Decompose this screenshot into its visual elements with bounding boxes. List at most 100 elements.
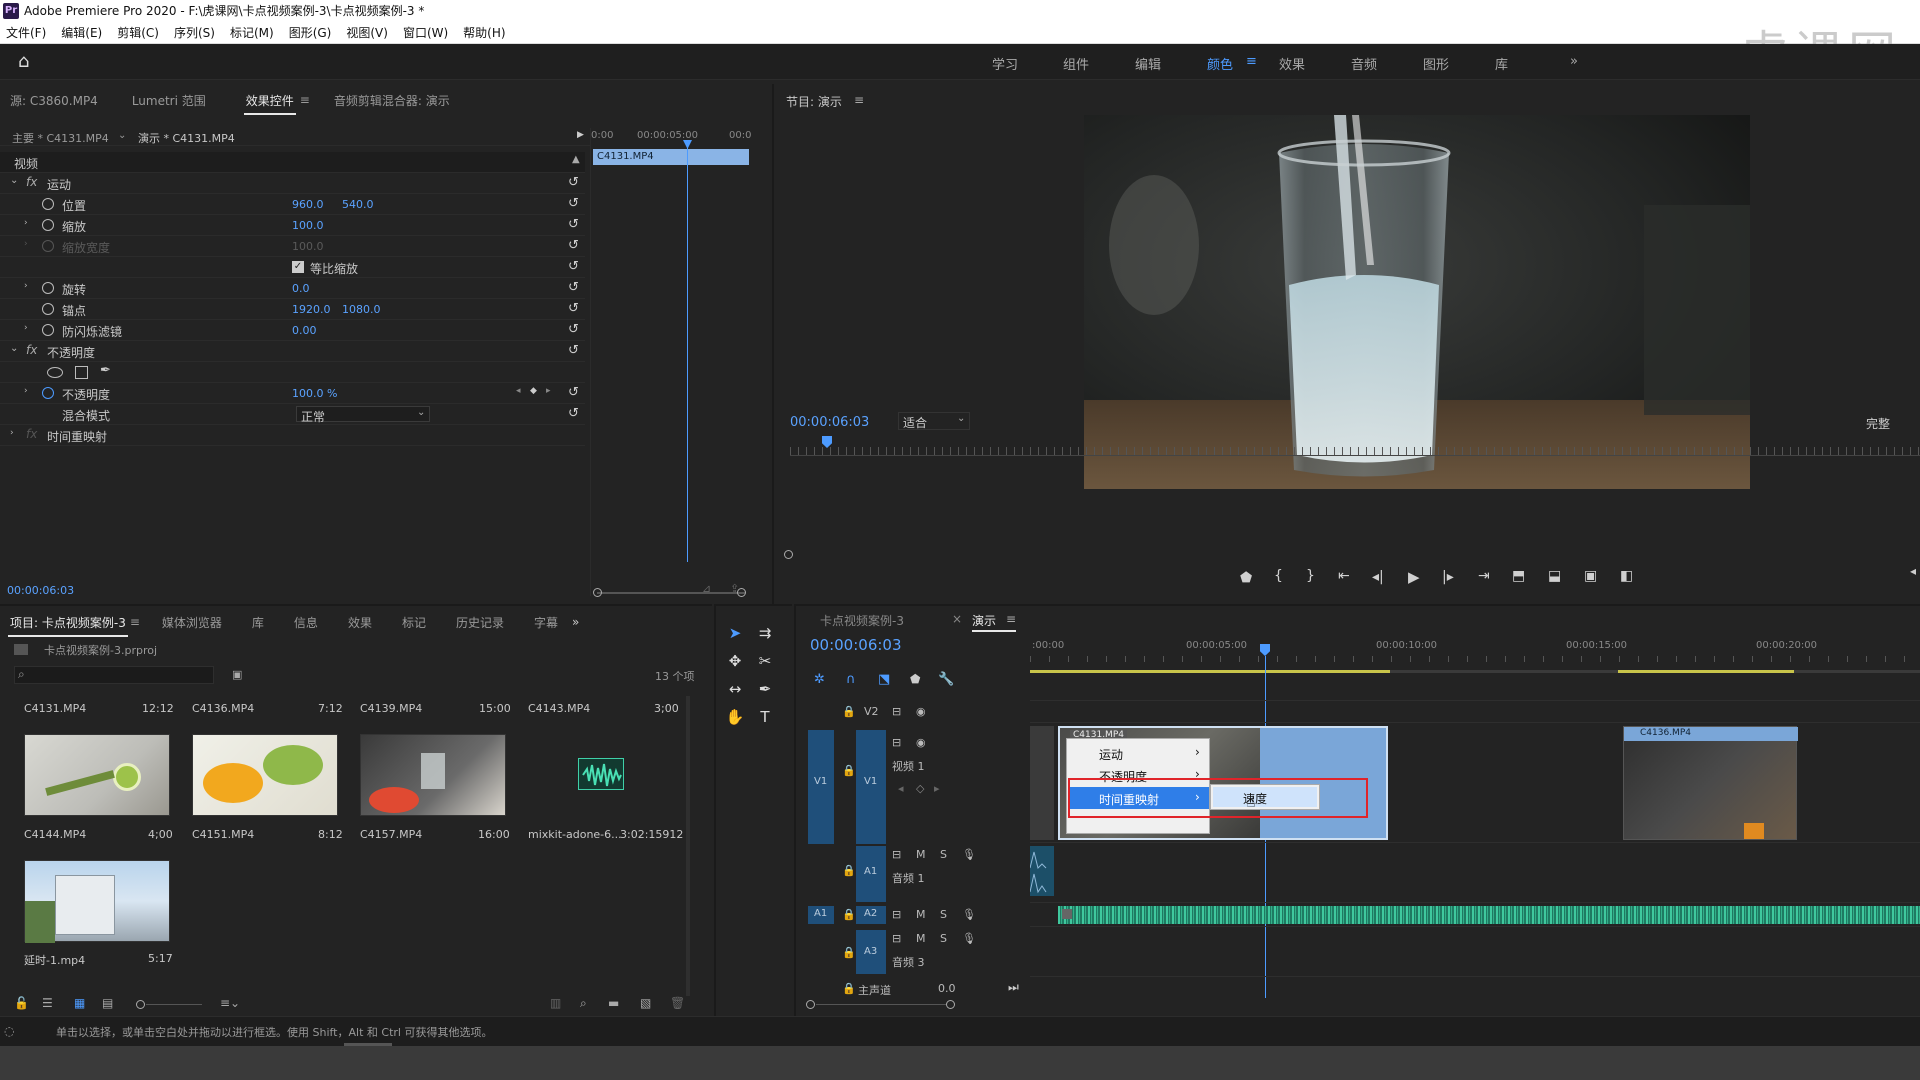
timeline-playhead-marker[interactable] xyxy=(1260,644,1270,656)
home-icon[interactable]: ⌂ xyxy=(18,52,38,72)
blend-mode-select[interactable]: 正常 ⌄ xyxy=(296,406,430,424)
chevron-right-icon[interactable]: › xyxy=(24,281,28,291)
tab-captions[interactable]: 字幕 xyxy=(534,614,558,631)
program-time-ruler[interactable] xyxy=(790,447,1920,455)
new-item-icon[interactable]: ▧ xyxy=(640,996,651,1010)
microphone-icon[interactable]: 🎙 xyxy=(962,932,976,945)
snap-icon[interactable]: ✲ xyxy=(814,672,825,687)
icon-view-icon[interactable]: ▦ xyxy=(74,996,85,1010)
timeline-zoom-handle-left[interactable] xyxy=(806,1000,815,1009)
filter-icon[interactable]: ⊿ xyxy=(702,582,711,595)
next-keyframe-icon[interactable]: ▸ xyxy=(546,386,551,396)
new-search-bin-icon[interactable]: ▣ xyxy=(232,668,242,681)
tab-info[interactable]: 信息 xyxy=(294,614,318,631)
reset-icon[interactable]: ↺ xyxy=(568,259,579,274)
flicker-value[interactable]: 0.00 xyxy=(292,324,317,337)
tab-libraries[interactable]: 库 xyxy=(252,614,264,631)
sequence-clip-label[interactable]: 演示 * C4131.MP4 xyxy=(138,130,235,146)
master-track-header[interactable]: 🔒 主声道 0.0 xyxy=(796,980,1030,998)
go-to-in-icon[interactable]: ⇤ xyxy=(1338,568,1350,584)
ec-current-timecode[interactable]: 00:00:06:03 xyxy=(7,584,74,597)
track-v1-target[interactable]: V1 xyxy=(856,730,886,844)
play-icon[interactable]: ▶ xyxy=(1408,568,1420,586)
razor-tool-icon[interactable]: ✂ xyxy=(754,650,776,672)
tab-effect-controls[interactable]: 效果控件 xyxy=(243,92,296,115)
context-menu-item-motion[interactable]: 运动 › xyxy=(1067,743,1211,763)
reset-icon[interactable]: ↺ xyxy=(568,175,579,190)
anchor-x-value[interactable]: 1920.0 xyxy=(292,303,331,316)
tab-audio-clip-mixer[interactable]: 音频剪辑混合器: 演示 xyxy=(334,92,450,109)
reset-icon[interactable]: ↺ xyxy=(568,196,579,211)
fit-zoom-select[interactable]: 适合 ⌄ xyxy=(898,412,970,430)
prev-keyframe-icon[interactable]: ◂ xyxy=(516,386,521,396)
slider-handle[interactable] xyxy=(136,1000,145,1009)
track-a1-source-patch[interactable]: A1 xyxy=(808,906,834,924)
master-track-volume[interactable]: 0.0 xyxy=(938,982,956,995)
close-tab-icon[interactable]: × xyxy=(952,612,962,626)
track-select-tool-icon[interactable]: ⇉ xyxy=(754,622,776,644)
stopwatch-icon[interactable] xyxy=(42,198,54,210)
menu-markers[interactable]: 标记(M) xyxy=(230,24,274,41)
master-clip-label[interactable]: 主要 * C4131.MP4 xyxy=(12,130,109,146)
reset-icon[interactable]: ↺ xyxy=(568,301,579,316)
program-scrubber-track[interactable] xyxy=(790,455,1920,456)
track-v2-header[interactable]: 🔒 V2 ⊟ ◉ xyxy=(796,702,1030,722)
panel-collapse-icon[interactable]: ◂ xyxy=(1910,564,1916,578)
stopwatch-icon[interactable] xyxy=(42,282,54,294)
project-scrollbar[interactable] xyxy=(686,696,690,996)
chevron-down-icon[interactable]: ⌄ xyxy=(10,175,18,186)
workspace-audio[interactable]: 音频 xyxy=(1351,54,1377,73)
mute-button[interactable]: M xyxy=(916,932,926,945)
tab-sequence-1[interactable]: 卡点视频案例-3 xyxy=(820,612,904,629)
workspace-color-menu-icon[interactable]: ≡ xyxy=(1246,54,1257,69)
automate-to-sequence-icon[interactable]: ▥ xyxy=(550,996,561,1010)
solo-button[interactable]: S xyxy=(940,908,947,921)
workspace-libraries[interactable]: 库 xyxy=(1495,54,1508,73)
track-a2-target[interactable]: A2 xyxy=(856,906,886,924)
tab-history[interactable]: 历史记录 xyxy=(456,614,504,631)
tab-sequence-2[interactable]: 演示 xyxy=(972,612,996,629)
ec-playhead[interactable] xyxy=(687,142,688,562)
chevron-right-icon[interactable]: › xyxy=(10,428,14,438)
collapse-up-icon[interactable]: ▲ xyxy=(572,154,580,165)
export-icon[interactable]: ⇪ xyxy=(730,582,739,595)
lock-icon[interactable]: 🔒 xyxy=(842,705,856,718)
comparison-view-icon[interactable]: ◧ xyxy=(1620,568,1633,584)
position-x-value[interactable]: 960.0 xyxy=(292,198,324,211)
mute-button[interactable]: M xyxy=(916,908,926,921)
track-a3-target[interactable]: A3 xyxy=(856,930,886,974)
ec-zoom-scrollbar[interactable] xyxy=(597,592,745,594)
rectangle-mask-icon[interactable] xyxy=(75,366,88,379)
menu-window[interactable]: 窗口(W) xyxy=(403,24,448,41)
rotation-value[interactable]: 0.0 xyxy=(292,282,310,295)
lift-icon[interactable]: ⬒ xyxy=(1512,568,1525,584)
menu-graphics[interactable]: 图形(G) xyxy=(289,24,332,41)
workspace-assembly[interactable]: 组件 xyxy=(1063,54,1089,73)
workspace-overflow-button[interactable]: » xyxy=(1570,54,1578,69)
tab-source[interactable]: 源: C3860.MP4 xyxy=(10,92,98,109)
export-frame-camera-icon[interactable]: ▣ xyxy=(1584,568,1597,584)
reset-icon[interactable]: ↺ xyxy=(568,406,579,421)
step-back-icon[interactable]: ◂| xyxy=(1372,569,1384,585)
track-a1-header[interactable]: A1 🔒 ⊟ M S 🎙 音频 1 xyxy=(796,844,1030,904)
mark-in-icon[interactable]: { xyxy=(1274,568,1283,584)
tab-effects[interactable]: 效果 xyxy=(348,614,372,631)
chevron-right-icon[interactable]: › xyxy=(24,386,28,396)
workspace-effects[interactable]: 效果 xyxy=(1279,54,1305,73)
program-zoom-handle[interactable] xyxy=(784,550,793,559)
panel-menu-icon[interactable]: ≡ xyxy=(854,93,864,107)
video-clip-stub[interactable] xyxy=(1030,726,1054,840)
lock-icon[interactable]: 🔒 xyxy=(842,764,856,777)
menu-file[interactable]: 文件(F) xyxy=(6,24,46,41)
freeform-view-icon[interactable]: ▤ xyxy=(102,996,113,1010)
mute-button[interactable]: M xyxy=(916,848,926,861)
track-v1-source-patch[interactable]: V1 xyxy=(808,730,834,844)
chevron-right-icon[interactable]: › xyxy=(24,323,28,333)
tab-media-browser[interactable]: 媒体浏览器 xyxy=(162,614,222,631)
hand-tool-icon[interactable]: ✋ xyxy=(724,706,746,728)
track-v1-header[interactable]: V1 🔒 V1 ⊟ ◉ 视频 1 ◂ ◇ ▸ xyxy=(796,726,1030,844)
workspace-graphics[interactable]: 图形 xyxy=(1423,54,1449,73)
reset-icon[interactable]: ↺ xyxy=(568,217,579,232)
panel-menu-icon[interactable]: ≡ xyxy=(1006,612,1016,626)
step-forward-icon[interactable]: |▸ xyxy=(1442,569,1454,585)
